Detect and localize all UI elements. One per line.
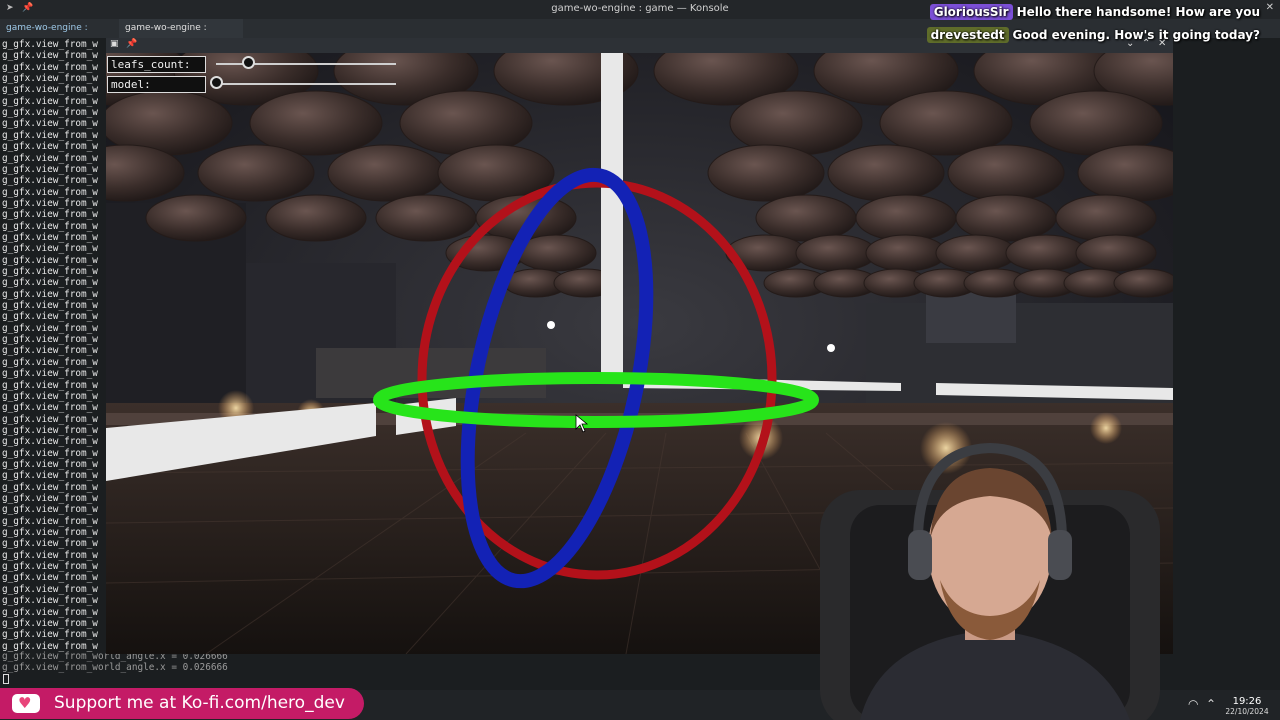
terminal-line: g_gfx.view_from_w [2,220,98,232]
chat-message: drevestedt Good evening. How's it going t… [926,27,1260,43]
webcam-overlay [820,442,1160,720]
terminal-line: g_gfx.view_from_w [2,368,98,380]
terminal-line: g_gfx.view_from_w [2,73,98,85]
tab-game[interactable]: game-wo-engine : game× [119,19,243,52]
leaf [145,194,247,242]
terminal-line: g_gfx.view_from_w [2,243,98,255]
terminal-line: g_gfx.view_from_w [2,493,98,504]
terminal-line: g_gfx.view_from_w [2,311,98,323]
terminal-line: g_gfx.view_from_w [2,163,98,175]
leaf [707,144,825,202]
leaf [327,144,445,202]
clock-time: 19:26 [1232,696,1262,707]
terminal-line: g_gfx.view_from_w [2,458,98,470]
terminal-cursor [3,674,9,684]
leaf [375,194,477,242]
terminal-line: g_gfx.view_from_w [2,436,98,448]
pin-icon[interactable]: 📌 [126,39,137,49]
leafs-count-label: leafs_count: [107,56,206,73]
terminal-line: g_gfx.view_from_w [2,470,98,482]
leaf [1055,194,1157,242]
terminal-line: g_gfx.view_from_w [2,197,98,209]
kofi-cup-icon: ♥ [12,694,40,713]
terminal-line: g_gfx.view_from_w [2,356,98,368]
kofi-banner[interactable]: ♥ Support me at Ko-fi.com/hero_dev [0,688,364,719]
terminal-line: g_gfx.view_from_w [2,379,98,391]
leaf [1005,234,1087,272]
model-label: model: [107,76,206,93]
leaf [855,194,957,242]
terminal-line: g_gfx.view_from_w [2,549,98,561]
terminal-line: g_gfx.view_from_w [2,129,98,141]
terminal-line: g_gfx.view_from_w [2,231,98,243]
chevron-up-icon[interactable]: ⌃ [1206,697,1216,711]
terminal-line: g_gfx.view_from_w [2,152,98,164]
terminal-line: g_gfx.view_from_w [2,538,98,550]
terminal-line: g_gfx.view_from_w [2,118,98,130]
leaf [955,194,1057,242]
terminal-line: g_gfx.view_from_w [2,95,98,107]
terminal-line: g_gfx.view_from_w [2,345,98,357]
leaf [827,144,945,202]
terminal-line: g_gfx.view_from_w [2,504,98,516]
terminal-line: g_gfx.view_from_w [2,629,98,641]
kofi-label: Support me at Ko-fi.com/hero_dev [54,693,345,713]
model-slider-track[interactable] [216,83,396,85]
chat-message: GloriousSir Hello there handsome! How are… [929,4,1260,20]
terminal-line: g_gfx.view_from_w [2,107,98,119]
terminal-line: g_gfx.view_from_w [2,617,98,629]
leaf [755,194,857,242]
terminal-line: g_gfx.view_from_w [2,572,98,584]
terminal-line: g_gfx.view_from_w [2,595,98,607]
chat-username: drevestedt [926,27,1009,43]
terminal-line: g_gfx.view_from_w [2,413,98,425]
terminal-line: g_gfx.view_from_w [2,527,98,539]
terminal-line: g_gfx.view_from_w [2,288,98,300]
terminal-line: g_gfx.view_from_w [2,209,98,221]
leaf [1075,234,1157,272]
leaf [935,234,1017,272]
tab-helix[interactable]: game-wo-engine : helix× [0,19,119,52]
terminal-line: g_gfx.view_from_w [2,50,98,62]
leaf [197,144,315,202]
terminal-line: g_gfx.view_from_w [2,254,98,266]
terminal-line: g_gfx.view_from_w [2,186,98,198]
terminal-line: g_gfx.view_from_w [2,424,98,436]
leaf [399,90,533,156]
terminal-line: g_gfx.view_from_w [2,481,98,493]
terminal-line: g_gfx.view_from_w [2,561,98,573]
leaf [265,194,367,242]
leaf [1113,268,1173,298]
chat-text: Good evening. How's it going today? [1012,28,1260,42]
terminal-line: g_gfx.view_from_world_angle.x = 0.026666 [2,662,228,674]
terminal-line: g_gfx.view_from_w [2,175,98,187]
terminal-line: g_gfx.view_from_w [2,606,98,618]
terminal-line: g_gfx.view_from_w [2,583,98,595]
terminal-line: g_gfx.view_from_w [2,334,98,346]
clock-date: 22/10/2024 [1225,707,1269,716]
terminal-line: g_gfx.view_from_w [2,390,98,402]
terminal-line: g_gfx.view_from_w [2,300,98,312]
terminal-line: g_gfx.view_from_w [2,322,98,334]
leaf [947,144,1065,202]
chat-text: Hello there handsome! How are you [1016,5,1260,19]
chat-username: GloriousSir [929,4,1013,20]
model-slider-knob[interactable] [210,76,223,89]
leaf [795,234,877,272]
leaf [729,90,863,156]
close-icon[interactable]: ✕ [1266,2,1274,13]
terminal-line: g_gfx.view_from_w [2,277,98,289]
leaf [865,234,947,272]
terminal-line: g_gfx.view_from_w [2,266,98,277]
app-icon: ▣ [110,39,119,49]
terminal-line: g_gfx.view_from_w [2,84,98,96]
taskbar-clock[interactable]: 19:26 22/10/2024 [1222,696,1272,717]
terminal-line: g_gfx.view_from_w [2,141,98,153]
terminal-line: g_gfx.view_from_w [2,515,98,527]
terminal-line: g_gfx.view_from_w [2,447,98,459]
terminal-line: g_gfx.view_from_w [2,61,98,73]
terminal-line: g_gfx.view_from_w [2,402,98,414]
terminal-line: g_gfx.view_from_w [2,39,98,50]
